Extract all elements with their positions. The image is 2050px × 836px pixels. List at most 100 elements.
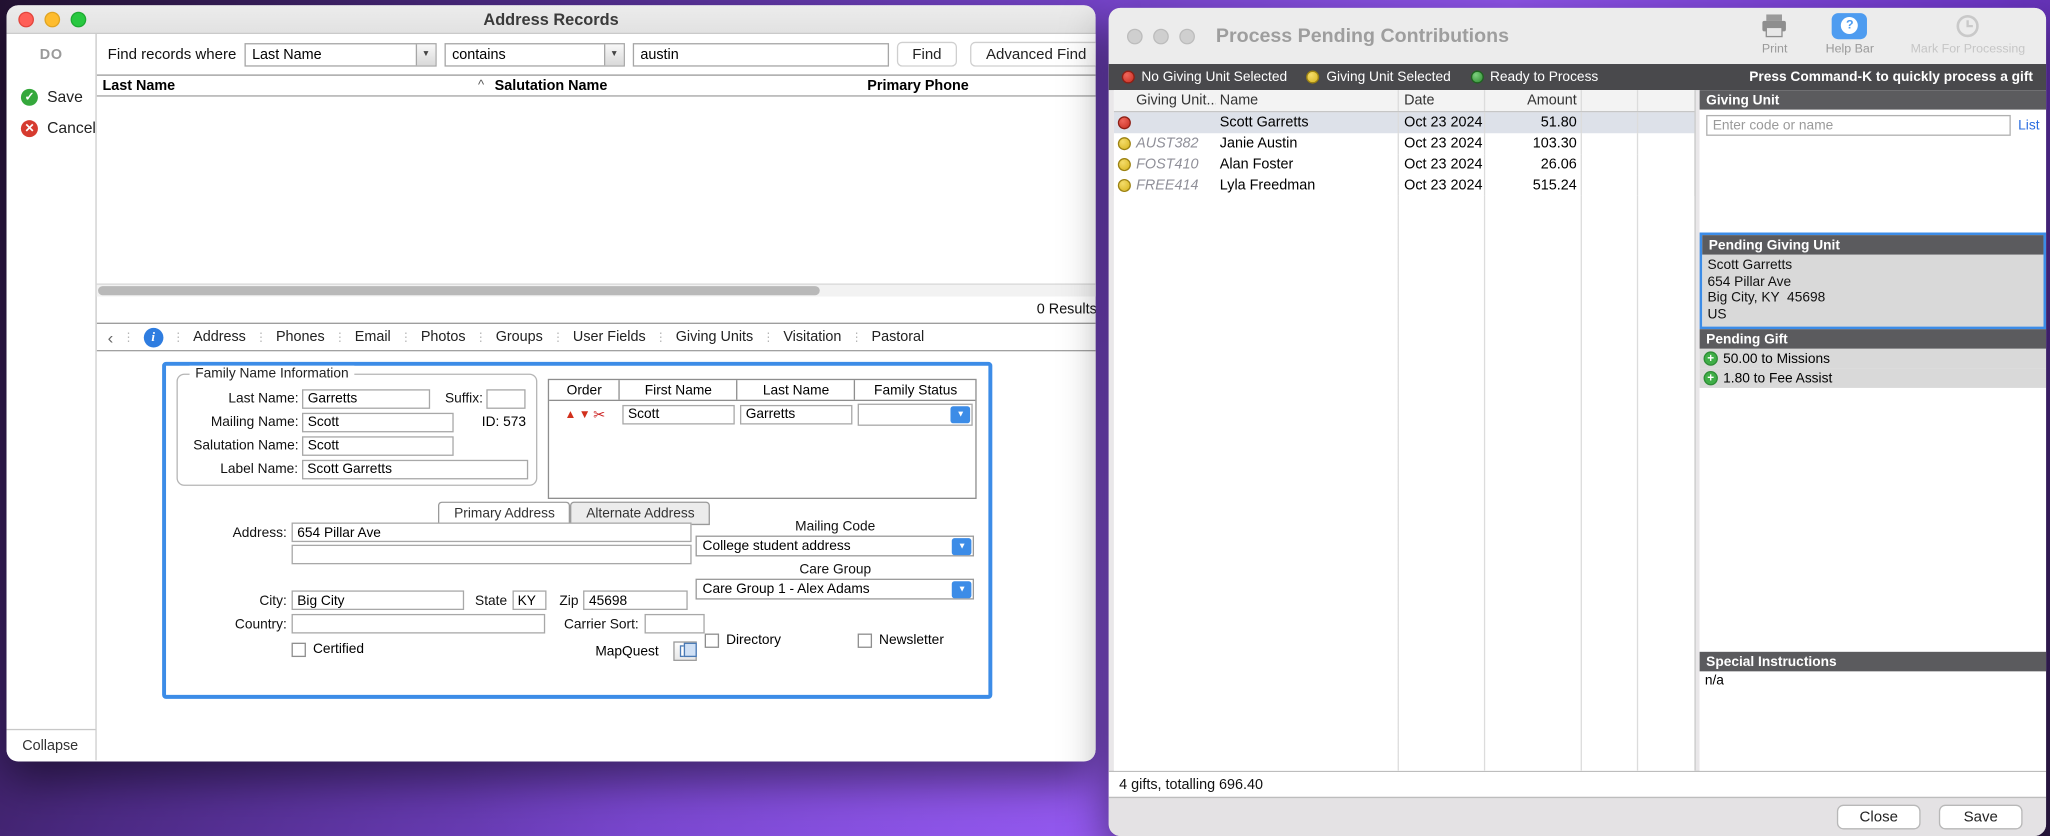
horizontal-scrollbar[interactable] — [97, 283, 1095, 296]
column-header-name[interactable]: Name — [1216, 90, 1399, 111]
contribution-row[interactable]: Scott Garretts Oct 23 2024 51.80 — [1114, 112, 1694, 133]
family-name-information-group: Family Name Information Last Name: Suffi… — [177, 374, 538, 486]
suffix-input[interactable] — [487, 389, 526, 409]
tab-groups[interactable]: Groups — [496, 329, 543, 345]
column-header-salutation-name[interactable]: Salutation Name — [489, 78, 862, 94]
address-label: Address: — [174, 524, 286, 540]
tab-separator: ⋮ — [475, 330, 487, 344]
minimize-window-button[interactable] — [1153, 29, 1169, 45]
tab-separator: ⋮ — [255, 330, 267, 344]
tab-pastoral[interactable]: Pastoral — [871, 329, 924, 345]
column-header-amount[interactable]: Amount — [1485, 90, 1582, 111]
find-records-where-label: Find records where — [108, 46, 237, 62]
gift-line[interactable]: + 1.80 to Fee Assist — [1700, 368, 2046, 388]
zip-label: Zip — [559, 592, 578, 608]
certified-checkbox[interactable]: Certified — [292, 641, 364, 657]
group-legend: Family Name Information — [190, 366, 354, 382]
salutation-name-label: Salutation Name: — [186, 438, 298, 454]
salutation-name-input[interactable] — [302, 436, 454, 456]
column-header-giving-unit[interactable]: Giving Unit... — [1135, 90, 1216, 111]
address-window-titlebar[interactable]: Address Records — [7, 5, 1096, 34]
info-tab-icon[interactable]: i — [143, 327, 163, 347]
move-up-icon[interactable]: ▲ — [565, 408, 577, 421]
close-window-button[interactable] — [18, 12, 34, 28]
contribution-row[interactable]: AUST382 Janie Austin Oct 23 2024 103.30 — [1114, 133, 1694, 154]
suffix-label: Suffix: — [431, 391, 483, 407]
list-link[interactable]: List — [2018, 118, 2039, 134]
tab-visitation[interactable]: Visitation — [783, 329, 841, 345]
print-button[interactable]: Print — [1760, 12, 1789, 56]
collapse-button[interactable]: Collapse — [7, 729, 96, 760]
red-status-icon — [1118, 116, 1131, 129]
member-first-name-input[interactable] — [623, 404, 735, 424]
last-name-input[interactable] — [302, 389, 430, 409]
newsletter-checkbox[interactable]: Newsletter — [858, 632, 944, 648]
legend-no-giving-unit: No Giving Unit Selected — [1122, 69, 1287, 85]
contribution-row[interactable]: FREE414 Lyla Freedman Oct 23 2024 515.24 — [1114, 175, 1694, 196]
shortcut-hint: Press Command-K to quickly process a gif… — [1749, 69, 2033, 85]
close-button[interactable]: Close — [1837, 805, 1921, 830]
mark-for-processing-button: Mark For Processing — [1911, 12, 2026, 56]
column-header-last-name[interactable]: Last Name ^ — [97, 78, 489, 94]
tab-email[interactable]: Email — [355, 329, 391, 345]
family-status-select[interactable]: ▼ — [858, 403, 973, 425]
country-input[interactable] — [292, 614, 546, 634]
care-group-label: Care Group — [696, 562, 974, 578]
mailing-code-label: Mailing Code — [696, 519, 974, 535]
help-bar-button[interactable]: ? Help Bar — [1826, 12, 1874, 56]
find-field-select[interactable]: Last Name ▼ — [244, 42, 436, 66]
zoom-window-button[interactable] — [71, 12, 87, 28]
city-input[interactable] — [292, 590, 465, 610]
tab-separator: ⋮ — [123, 330, 135, 344]
tab-photos[interactable]: Photos — [421, 329, 466, 345]
contributions-window-titlebar[interactable]: Process Pending Contributions Print ? — [1109, 8, 2046, 64]
mapquest-button[interactable] — [673, 641, 697, 661]
tab-user-fields[interactable]: User Fields — [573, 329, 646, 345]
state-input[interactable] — [512, 590, 546, 610]
contribution-row[interactable]: FOST410 Alan Foster Oct 23 2024 26.06 — [1114, 154, 1694, 175]
members-table-header: Order First Name Last Name Family Status — [550, 380, 976, 401]
tab-phones[interactable]: Phones — [276, 329, 325, 345]
advanced-find-button[interactable]: Advanced Find — [970, 42, 1095, 67]
minimize-window-button[interactable] — [44, 12, 60, 28]
cancel-button[interactable]: ✕ Cancel — [7, 112, 96, 143]
column-header-date[interactable]: Date — [1399, 90, 1485, 111]
zip-input[interactable] — [584, 590, 689, 610]
save-check-icon: ✓ — [21, 88, 38, 105]
care-group-select[interactable]: Care Group 1 - Alex Adams ▼ — [696, 579, 974, 600]
address-line2-input[interactable] — [292, 545, 692, 565]
tab-scroll-left-icon[interactable]: ‹ — [108, 327, 114, 347]
find-value-input[interactable] — [633, 42, 889, 66]
directory-checkbox[interactable]: Directory — [705, 632, 781, 648]
carrier-sort-input[interactable] — [644, 614, 704, 634]
tab-address[interactable]: Address — [193, 329, 246, 345]
column-header-primary-phone[interactable]: Primary Phone — [862, 78, 1096, 94]
tab-separator: ⋮ — [172, 330, 184, 344]
move-down-icon[interactable]: ▼ — [579, 408, 591, 421]
zoom-window-button[interactable] — [1179, 29, 1195, 45]
address-line1-input[interactable] — [292, 523, 692, 543]
tab-giving-units[interactable]: Giving Units — [676, 329, 754, 345]
last-name-label: Last Name: — [186, 391, 298, 407]
cut-member-icon[interactable]: ✂ — [593, 406, 605, 423]
close-window-button[interactable] — [1127, 29, 1143, 45]
mailing-code-select[interactable]: College student address ▼ — [696, 536, 974, 557]
traffic-lights — [18, 12, 86, 28]
gift-line[interactable]: + 50.00 to Missions — [1700, 349, 2046, 369]
dropdown-arrow-icon: ▼ — [951, 406, 971, 423]
cancel-label: Cancel — [47, 119, 96, 137]
giving-unit-code-input[interactable] — [1706, 115, 2010, 136]
member-last-name-input[interactable] — [740, 404, 852, 424]
save-button[interactable]: Save — [1939, 805, 2023, 830]
window-footer: Close Save — [1109, 797, 2046, 836]
carrier-sort-label: Carrier Sort: — [564, 616, 639, 632]
find-operator-select[interactable]: contains ▼ — [444, 42, 624, 66]
mailing-name-input[interactable] — [302, 412, 454, 432]
window-toolbar: Print ? Help Bar Mark For Proces — [1760, 12, 2025, 56]
label-name-input[interactable] — [302, 459, 529, 479]
find-button[interactable]: Find — [897, 42, 958, 67]
scrollbar-thumb[interactable] — [99, 286, 820, 295]
member-row[interactable]: ▲ ▼ ✂ ▼ — [550, 401, 976, 426]
save-button[interactable]: ✓ Save — [7, 81, 96, 112]
desktop-background: Address Records DO ✓ Save ✕ Cancel Colla… — [0, 0, 2050, 836]
